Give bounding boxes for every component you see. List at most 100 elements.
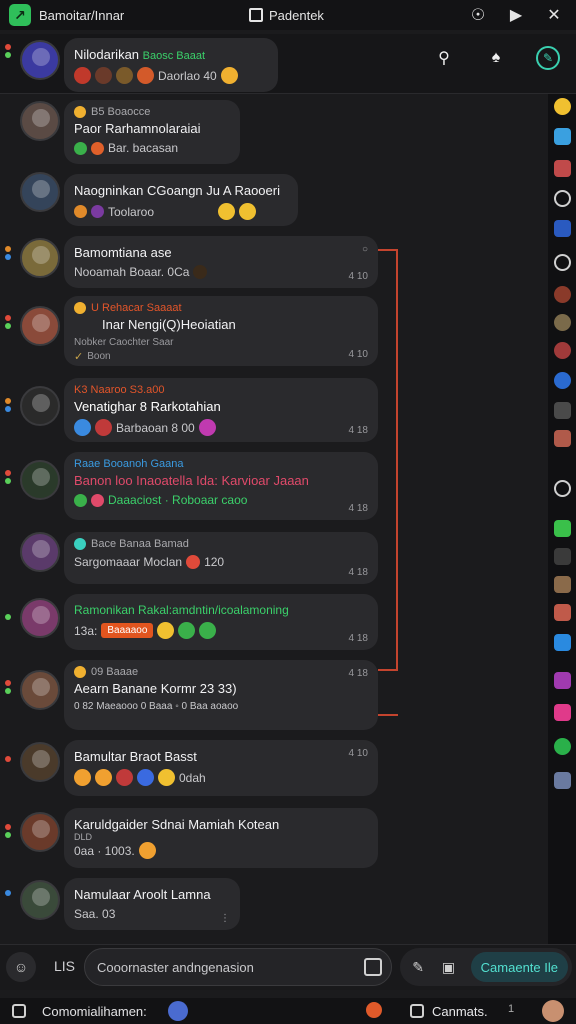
- image-icon[interactable]: ▣: [440, 957, 456, 977]
- spade-icon[interactable]: ♠: [484, 46, 508, 70]
- rail-avatar[interactable]: [554, 576, 571, 593]
- chat-item[interactable]: 09 Baaae Aearn Banane Kormr 23 33) 0 82 …: [64, 660, 378, 730]
- avatar[interactable]: [20, 812, 60, 852]
- chat-item[interactable]: ○ Bamomtiana ase Nooamah Boaar. 0Ca 4 10: [64, 236, 378, 288]
- avatar[interactable]: [20, 238, 60, 278]
- chat-meta: K3 Naaroo S3.a00: [74, 384, 165, 396]
- close-icon[interactable]: ✕: [544, 5, 564, 25]
- chat-subtext: Boon: [87, 351, 111, 362]
- chat-item[interactable]: Ramonikan Rakal:amdntin/icoalamoning 13a…: [64, 594, 378, 650]
- rail-app-icon[interactable]: [554, 220, 571, 237]
- user-avatar[interactable]: [542, 1000, 564, 1022]
- chat-item[interactable]: Namulaar Aroolt Lamna Saa. 03 ⋮: [64, 878, 240, 930]
- chat-name: Venatighar 8 Rarkotahian: [74, 399, 221, 414]
- rail-app-icon[interactable]: [554, 634, 571, 651]
- chat-time: 4 18: [348, 503, 368, 514]
- rail-app-icon[interactable]: [554, 548, 571, 565]
- emoji-icon: [199, 622, 217, 639]
- more-icon[interactable]: ⋮: [220, 913, 230, 924]
- status-left-label: Comomialihamen:: [42, 1003, 147, 1019]
- window-icon[interactable]: [410, 1004, 424, 1018]
- rail-app-icon[interactable]: [554, 372, 571, 389]
- clock-icon[interactable]: [554, 254, 571, 271]
- rail-app-icon[interactable]: [554, 704, 571, 721]
- rail-avatar[interactable]: [554, 604, 571, 621]
- emoji-icon: [91, 141, 104, 155]
- chat-item[interactable]: Bace Banaa Bamad Sargomaaar Moclan 120 4…: [64, 532, 378, 584]
- avatar[interactable]: [20, 880, 60, 920]
- chat-preview: 13a:: [74, 623, 98, 638]
- emoji-icon: [116, 67, 133, 84]
- rail-avatar[interactable]: [554, 342, 571, 359]
- rail-avatar[interactable]: [554, 430, 571, 447]
- emoji-icon: [138, 842, 156, 859]
- avatar[interactable]: [20, 460, 60, 500]
- compose-icon[interactable]: ✎: [536, 46, 560, 70]
- avatar[interactable]: [20, 386, 60, 426]
- avatar[interactable]: [20, 670, 60, 710]
- chat-item[interactable]: Bamultar Braot Basst 0dah 4 10: [64, 740, 378, 796]
- rail-app-icon[interactable]: [554, 128, 571, 145]
- badge-icon: [74, 302, 86, 314]
- chat-time: 4 10: [348, 271, 368, 282]
- avatar[interactable]: [20, 172, 60, 212]
- pinned-chat[interactable]: Nilodarikan Baosc Baaat Daorlao 40: [64, 38, 278, 92]
- avatar[interactable]: [20, 40, 60, 80]
- emoji-button[interactable]: ☺: [6, 952, 36, 982]
- mode-label[interactable]: LIS: [54, 958, 75, 974]
- emoji-icon: [137, 67, 154, 84]
- chat-name: Paor Rarhamnolaraiai: [74, 121, 201, 136]
- rail-app-icon[interactable]: [554, 480, 571, 497]
- reaction-dots: [5, 756, 13, 772]
- message-input[interactable]: Cooornaster andngenasion: [84, 948, 392, 986]
- chat-preview: 0dah: [179, 770, 206, 785]
- chat-item[interactable]: K3 Naaroo S3.a00 Venatighar 8 Rarkotahia…: [64, 378, 378, 442]
- chat-preview: Saa. 03: [74, 907, 116, 921]
- play-icon[interactable]: ▶: [506, 5, 526, 25]
- app-logo-icon: ↗: [9, 4, 31, 26]
- rail-avatar[interactable]: [554, 286, 571, 303]
- rail-app-icon[interactable]: [554, 520, 571, 537]
- rail-app-icon[interactable]: [554, 160, 571, 177]
- emoji-icon: [220, 67, 238, 84]
- chat-meta: 09 Baaae: [91, 666, 139, 678]
- emoji-icon: [91, 205, 104, 218]
- chat-item[interactable]: B5 Boaocce Paor Rarhamnolaraiai Bar. bac…: [64, 100, 240, 164]
- notification-icon[interactable]: [366, 1002, 382, 1018]
- rail-avatar[interactable]: [554, 314, 571, 331]
- chat-name: Karuldgaider Sdnai Mamiah Kotean: [74, 817, 280, 832]
- pen-icon[interactable]: ✎: [410, 957, 426, 977]
- title-bar: ↗ Bamoitar/Innar Padentek ☉ ▶ ✕: [0, 0, 576, 30]
- rail-app-icon[interactable]: [554, 98, 571, 115]
- avatar[interactable]: [20, 532, 60, 572]
- more-icon[interactable]: ○: [362, 244, 368, 255]
- window-icon[interactable]: [12, 1004, 26, 1018]
- chat-item[interactable]: Raae Booanoh Gaana Banon loo Inaoatella …: [64, 452, 378, 520]
- emoji-icon: [193, 265, 208, 279]
- send-button[interactable]: Camaente Ile: [470, 952, 568, 982]
- avatar[interactable]: [20, 742, 60, 782]
- active-tab[interactable]: Padentek: [249, 8, 324, 23]
- avatar[interactable]: [168, 1001, 188, 1021]
- reaction-dots: [5, 680, 13, 696]
- lock-icon[interactable]: ☉: [468, 5, 488, 25]
- attach-icon[interactable]: [364, 958, 382, 976]
- reaction-dots: [5, 890, 13, 906]
- avatar[interactable]: [20, 101, 60, 141]
- rail-app-icon[interactable]: [554, 772, 571, 789]
- badge-icon: [74, 666, 86, 678]
- rail-app-icon[interactable]: [554, 190, 571, 207]
- avatar[interactable]: [20, 598, 60, 638]
- avatar[interactable]: [20, 306, 60, 346]
- rail-app-icon[interactable]: [554, 402, 571, 419]
- tick-icon: ✓: [74, 351, 84, 363]
- search-icon[interactable]: ⚲: [432, 46, 456, 70]
- chat-item[interactable]: Karuldgaider Sdnai Mamiah Kotean DLD 0aa…: [64, 808, 378, 868]
- rail-app-icon[interactable]: [554, 738, 571, 755]
- reaction-dots: [5, 246, 13, 262]
- chat-item[interactable]: Naogninkan CGoangn Ju A Raooeri Toolaroo: [64, 174, 298, 226]
- reaction-dots: [5, 470, 13, 486]
- chat-item[interactable]: U Rehacar Saaaat Inar Nengi(Q)Heoiatian …: [64, 296, 378, 366]
- reaction-dots: [5, 614, 13, 630]
- rail-app-icon[interactable]: [554, 672, 571, 689]
